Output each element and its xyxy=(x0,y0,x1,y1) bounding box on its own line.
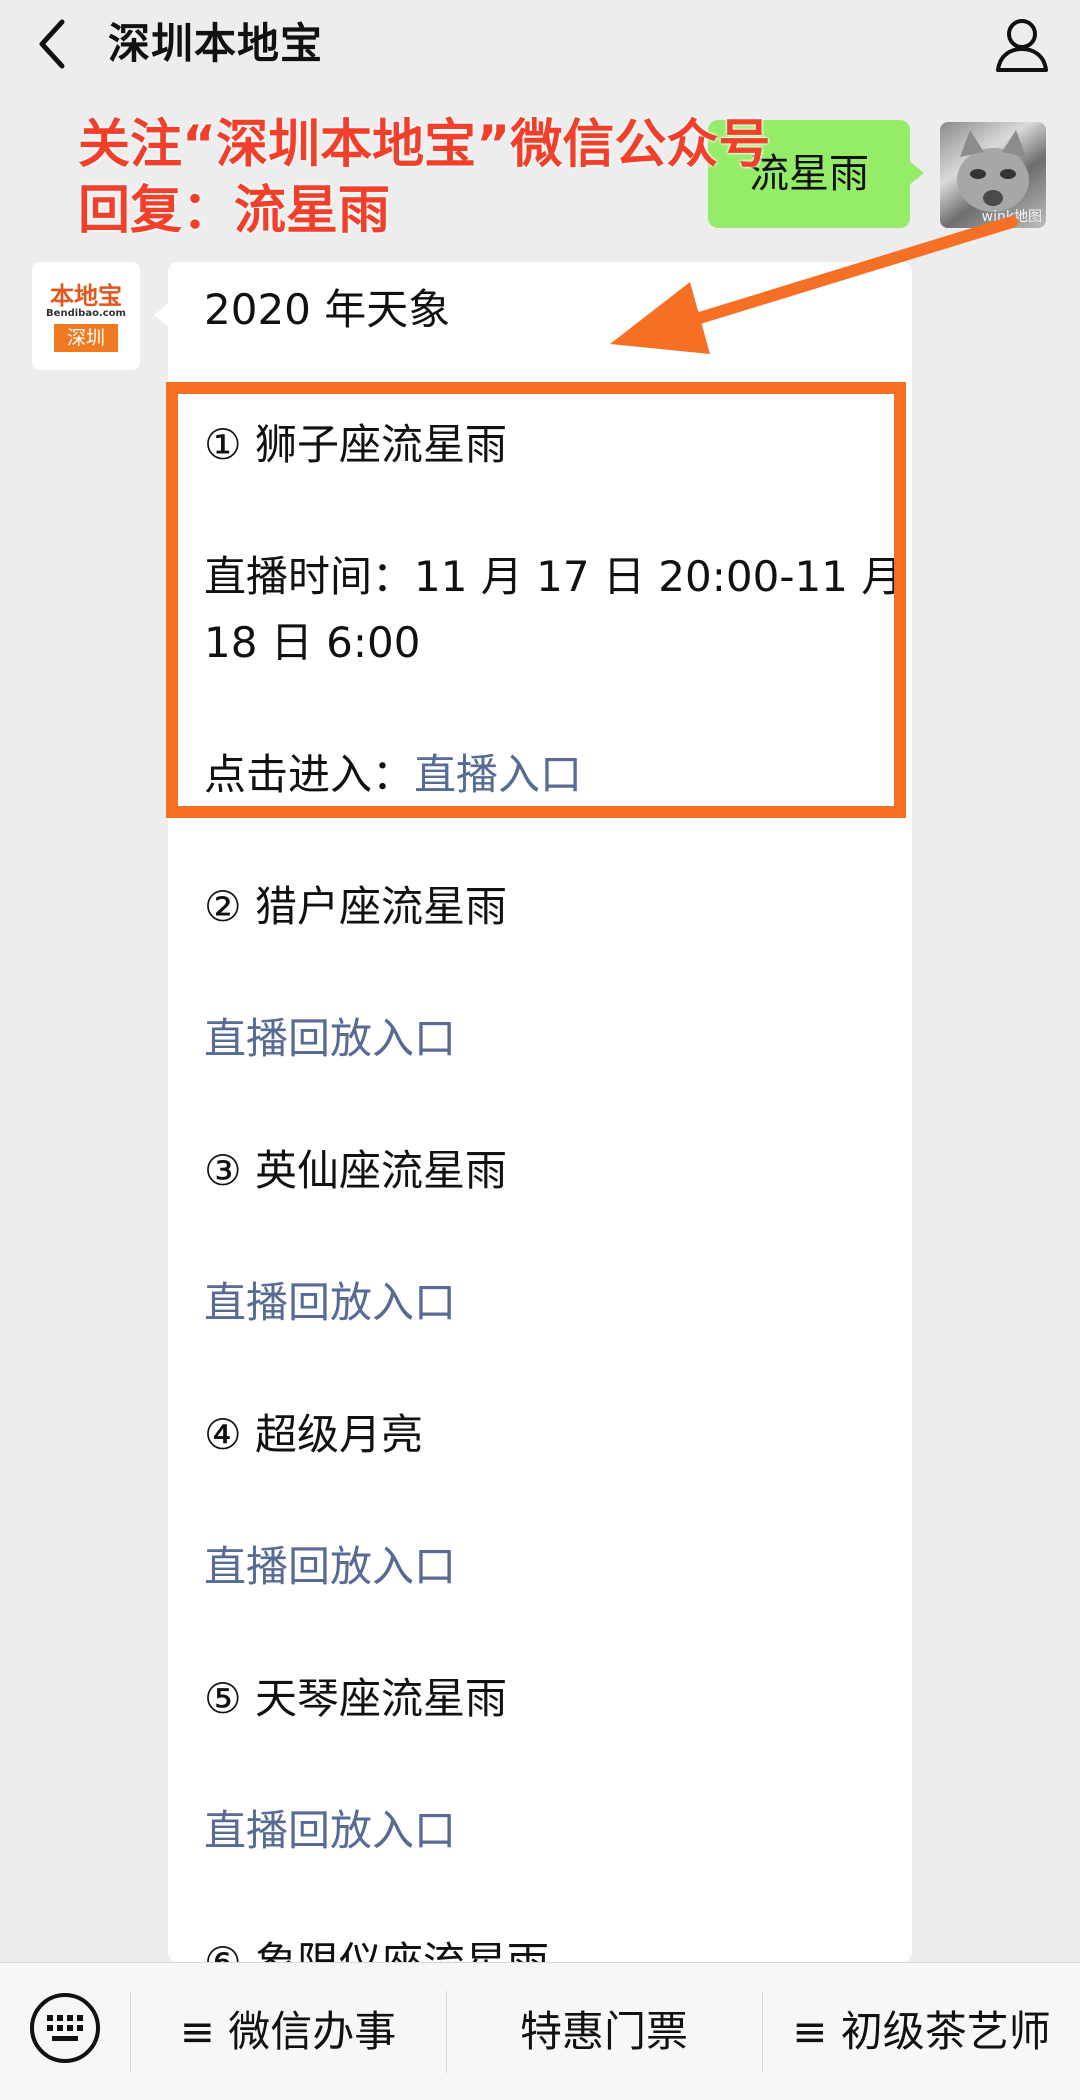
item-3-replay-link[interactable]: 直播回放入口 xyxy=(204,1270,456,1336)
bottom-menu-bar: ≡ 微信办事 特惠门票 ≡ 初级茶艺师 xyxy=(0,1962,1080,2100)
menu-wechat-services[interactable]: ≡ 微信办事 xyxy=(131,1963,445,2100)
item-4-title: ④ 超级月亮 xyxy=(204,1410,424,1459)
annotation-arrow-icon xyxy=(610,216,1018,354)
item-5-replay-link[interactable]: 直播回放入口 xyxy=(204,1798,456,1864)
item-4-replay-link[interactable]: 直播回放入口 xyxy=(204,1534,456,1600)
item-5-title: ⑤ 天琴座流星雨 xyxy=(204,1674,508,1723)
item-2-replay-link[interactable]: 直播回放入口 xyxy=(204,1006,456,1072)
item-2-title: ② 猎户座流星雨 xyxy=(204,882,508,931)
menu-tea-artist[interactable]: ≡ 初级茶艺师 xyxy=(763,1963,1080,2100)
keyboard-icon[interactable] xyxy=(28,1991,102,2065)
highlight-frame xyxy=(166,382,906,818)
menu-discount-tickets[interactable]: 特惠门票 xyxy=(447,1963,761,2100)
bot-message-bubble: 2020 年天象 ① 狮子座流星雨 直播时间：11 月 17 日 20:00-1… xyxy=(154,262,912,1987)
item-3-title: ③ 英仙座流星雨 xyxy=(204,1146,508,1195)
